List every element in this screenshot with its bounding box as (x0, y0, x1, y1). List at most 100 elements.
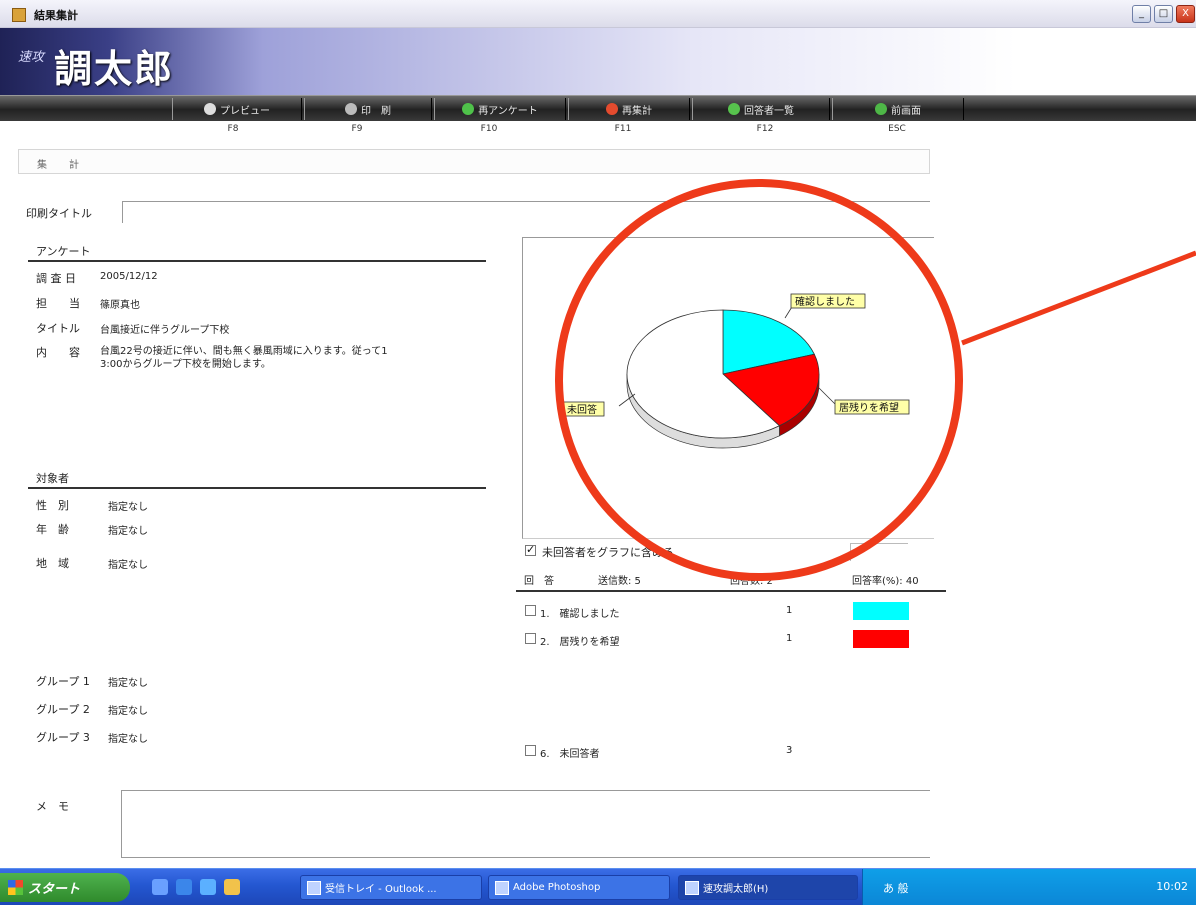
answer-2-count: 1 (786, 633, 793, 644)
pie-leader-2 (818, 387, 836, 405)
memo-textarea[interactable] (121, 790, 930, 858)
survey-title-label: タイトル (36, 322, 80, 335)
answer-header-label: 回 答 (524, 576, 554, 587)
group1-value: 指定なし (108, 678, 148, 689)
respondent-list-icon (728, 103, 740, 115)
back-button-label: 前画面 (891, 105, 921, 117)
survey-content-value: 台風22号の接近に伴い、間も無く暴風雨域に入ります。従って1 3:00からグルー… (100, 346, 388, 370)
age-value: 指定なし (108, 526, 148, 537)
key-hint-f9: F9 (351, 124, 363, 134)
answer-1-label: 1. 確認しました (540, 609, 620, 620)
recount-button[interactable]: 再集計 (568, 98, 690, 120)
preview-button-label: プレビュー (220, 105, 270, 117)
answer-2-color-swatch (853, 630, 909, 648)
start-label: スタート (28, 882, 81, 897)
logo-prefix: 速攻 (18, 50, 45, 65)
section-header: 集 計 (18, 149, 930, 174)
key-hint-f12: F12 (756, 124, 774, 134)
printer-icon (345, 103, 357, 115)
title-bar: 結果集計 _ □ X (0, 0, 1196, 28)
group2-label: グループ 2 (36, 703, 90, 716)
task-photoshop[interactable]: Adobe Photoshop (488, 875, 670, 900)
answer-2-label: 2. 居残りを希望 (540, 637, 620, 648)
key-hint-esc: ESC (888, 124, 906, 134)
back-button[interactable]: 前画面 (832, 98, 964, 120)
pie-label-3: 未回答 (567, 403, 597, 416)
pie-chart-panel: 確認しました 居残りを希望 未回答 (522, 237, 934, 539)
key-hint-f10: F10 (480, 124, 498, 134)
target-divider (28, 487, 486, 489)
group3-value: 指定なし (108, 734, 148, 745)
answer-2-checkbox[interactable] (525, 633, 536, 644)
group1-label: グループ 1 (36, 675, 90, 688)
group3-label: グループ 3 (36, 731, 90, 744)
photoshop-task-icon (495, 881, 509, 895)
survey-divider (28, 260, 486, 262)
folder-icon[interactable] (224, 879, 240, 895)
region-label: 地 域 (36, 557, 69, 570)
include-unanswered-label: 未回答者をグラフに含める (542, 546, 674, 559)
window-title: 結果集計 (34, 9, 78, 22)
toolbar: プレビュー 印 刷 再アンケート 再集計 回答者一覧 前画面 (0, 95, 1196, 121)
response-rate: 回答率(%): 40 (852, 576, 919, 587)
print-title-input[interactable] (122, 201, 930, 223)
answered-count: 回答数: 2 (730, 576, 773, 587)
print-button[interactable]: 印 刷 (304, 98, 432, 120)
answer-1-count: 1 (786, 605, 793, 616)
survey-header: アンケート (36, 245, 91, 258)
print-button-label: 印 刷 (361, 105, 391, 117)
task-choutarou[interactable]: 速攻調太郎(H) (678, 875, 858, 900)
windows-logo-icon (8, 880, 23, 895)
minimize-button[interactable]: _ (1132, 5, 1151, 23)
gender-label: 性 別 (36, 499, 69, 512)
include-unanswered-checkbox[interactable] (525, 543, 536, 556)
group2-value: 指定なし (108, 706, 148, 717)
resurvey-button[interactable]: 再アンケート (434, 98, 566, 120)
show-desktop-icon[interactable] (152, 879, 168, 895)
memo-label: メ モ (36, 800, 69, 813)
start-button[interactable]: スタート (0, 873, 130, 902)
maximize-button[interactable]: □ (1154, 5, 1173, 23)
age-label: 年 齢 (36, 523, 69, 536)
choutarou-task-icon (685, 881, 699, 895)
clock[interactable]: 10:02 (1156, 880, 1188, 893)
recount-icon (606, 103, 618, 115)
resurvey-icon (462, 103, 475, 115)
preview-button[interactable]: プレビュー (172, 98, 302, 120)
survey-date-value: 2005/12/12 (100, 271, 158, 282)
respondent-list-button[interactable]: 回答者一覧 (692, 98, 830, 120)
task-outlook[interactable]: 受信トレイ - Outlook ... (300, 875, 482, 900)
outlook-task-icon (307, 881, 321, 895)
recount-button-label: 再集計 (622, 105, 652, 117)
survey-owner-value: 篠原真也 (100, 300, 140, 311)
pie-chart: 確認しました居残りを希望 未回答 (562, 293, 910, 449)
answer-1-color-swatch (853, 602, 909, 620)
preview-icon (204, 103, 216, 115)
app-icon (12, 8, 26, 22)
survey-title-value: 台風接近に伴うグループ下校 (100, 325, 230, 336)
app-banner: 速攻 調太郎 (0, 28, 1196, 95)
survey-content-label: 内 容 (36, 346, 80, 359)
unanswered-label: 6. 未回答者 (540, 749, 600, 760)
unanswered-count: 3 (786, 745, 793, 756)
sent-count: 送信数: 5 (598, 576, 641, 587)
ie-icon[interactable] (176, 879, 192, 895)
answer-1-checkbox[interactable] (525, 605, 536, 616)
outlook-icon[interactable] (200, 879, 216, 895)
chart-option-box (850, 543, 908, 561)
resurvey-button-label: 再アンケート (478, 105, 538, 117)
stats-divider (516, 590, 946, 592)
task-choutarou-label: 速攻調太郎(H) (703, 884, 769, 895)
unanswered-checkbox[interactable] (525, 745, 536, 756)
survey-date-label: 調 査 日 (36, 272, 76, 285)
print-title-label: 印刷タイトル (26, 207, 92, 220)
region-value: 指定なし (108, 560, 148, 571)
app-logo: 調太郎 (54, 46, 175, 91)
survey-owner-label: 担 当 (36, 297, 80, 310)
system-tray: あ 般 10:02 (862, 869, 1196, 905)
gender-value: 指定なし (108, 502, 148, 513)
close-button[interactable]: X (1176, 5, 1195, 23)
back-arrow-icon (875, 103, 887, 115)
ime-indicator[interactable]: あ 般 (883, 880, 909, 896)
respondent-list-button-label: 回答者一覧 (744, 105, 794, 117)
